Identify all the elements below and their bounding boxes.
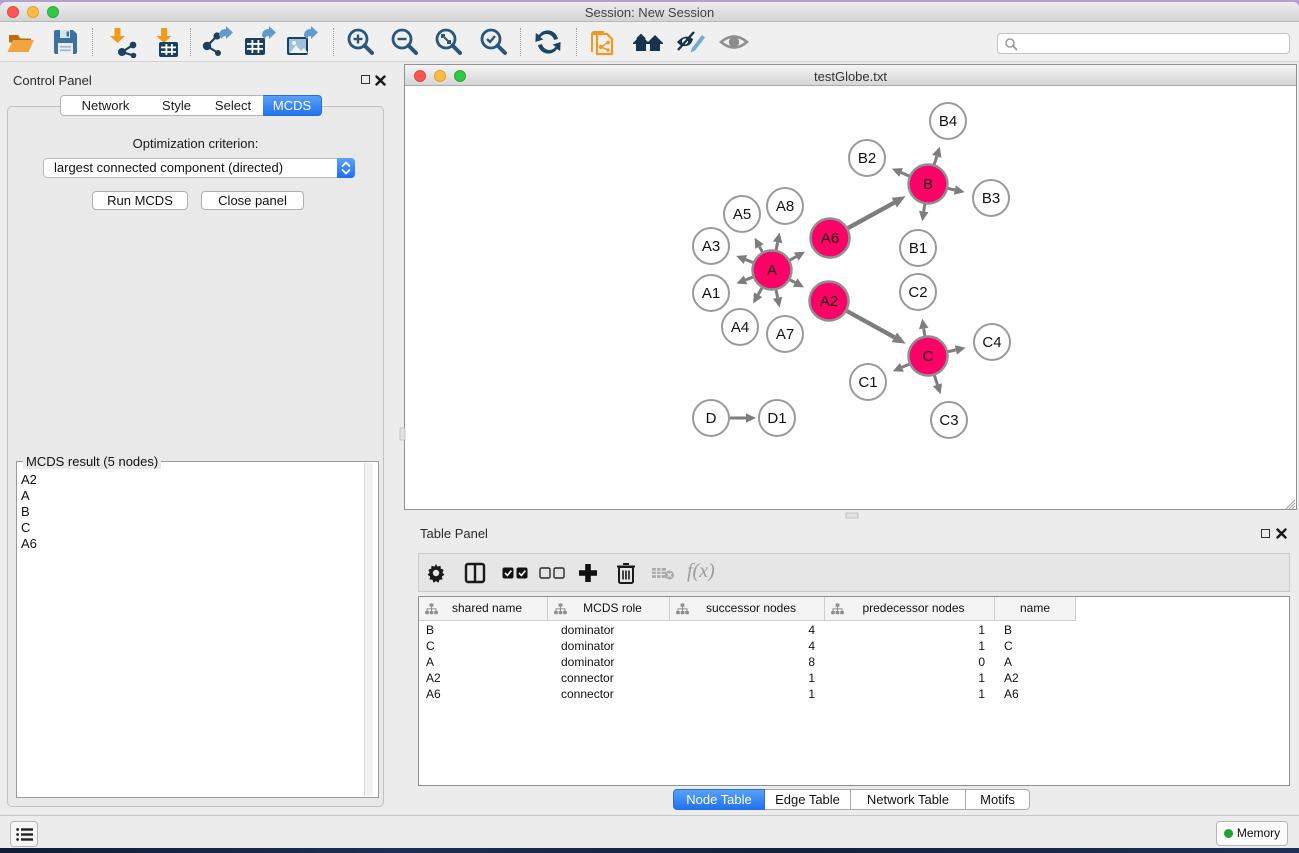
svg-text:C: C xyxy=(923,348,934,365)
svg-text:B: B xyxy=(923,176,933,193)
svg-text:C4: C4 xyxy=(982,334,1001,351)
svg-text:A4: A4 xyxy=(731,319,749,336)
svg-text:B2: B2 xyxy=(858,150,876,167)
svg-text:A1: A1 xyxy=(702,285,720,302)
svg-text:B3: B3 xyxy=(982,190,1000,207)
svg-text:D: D xyxy=(706,410,717,427)
svg-text:D1: D1 xyxy=(767,410,786,427)
svg-text:A7: A7 xyxy=(776,326,794,343)
svg-text:C3: C3 xyxy=(939,412,958,429)
svg-text:A3: A3 xyxy=(702,238,720,255)
svg-text:C1: C1 xyxy=(858,374,877,391)
svg-text:A2: A2 xyxy=(820,293,838,310)
svg-text:B4: B4 xyxy=(939,113,957,130)
svg-text:A8: A8 xyxy=(776,198,794,215)
svg-text:B1: B1 xyxy=(909,240,927,257)
svg-text:A6: A6 xyxy=(821,230,839,247)
svg-text:C2: C2 xyxy=(908,284,927,301)
svg-text:A: A xyxy=(767,262,777,279)
svg-text:A5: A5 xyxy=(733,206,751,223)
